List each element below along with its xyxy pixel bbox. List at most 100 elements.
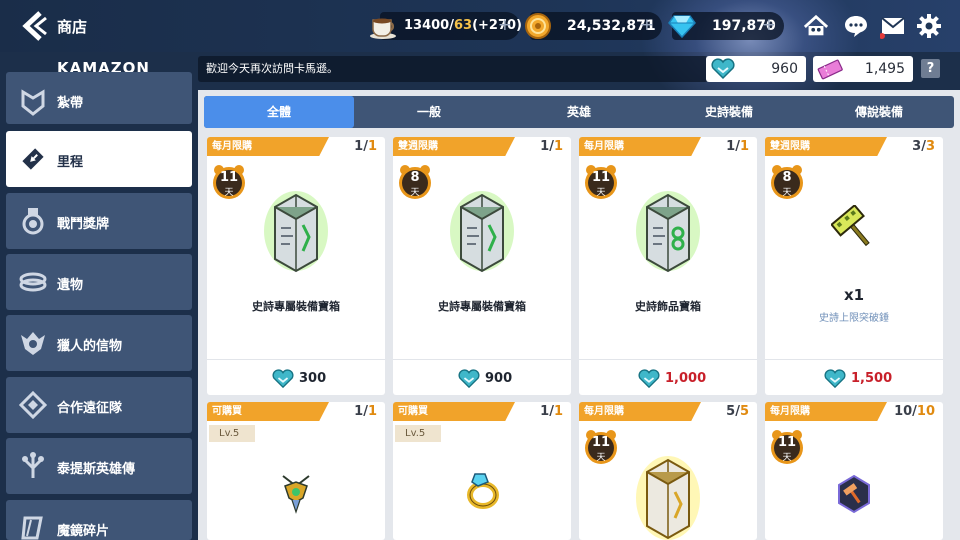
diamond-icon [668, 15, 696, 39]
sidebar-item-label: 合作遠征隊 [57, 401, 123, 416]
guild-house-icon[interactable] [803, 13, 829, 39]
sidebar-item-label: 獵人的信物 [57, 339, 123, 354]
ring-icon [467, 473, 499, 509]
purchase-count: 1/1 [540, 404, 563, 419]
timer-days: 11 [591, 170, 611, 185]
tab-general[interactable]: 一般 [354, 96, 504, 128]
timer-unit: 天 [596, 188, 606, 198]
ticket-arrow-icon [22, 148, 44, 170]
green-chest-icon [264, 191, 328, 273]
green-chest-icon [450, 191, 514, 273]
shop-item-card[interactable]: 每月限購 1/1 11 天 史詩專屬裝備寶箱 300 [207, 137, 385, 395]
purchase-count: 1/1 [726, 139, 749, 154]
sidebar-item-label: 遺物 [57, 278, 84, 293]
item-quantity: x1 [843, 286, 865, 304]
ticket-value: 1,495 [864, 61, 905, 77]
limit-badge: 每月限購 [579, 137, 701, 156]
ticket-icon [817, 59, 843, 80]
card-divider [207, 359, 385, 360]
add-gold-button[interactable]: + [640, 15, 654, 35]
timer-days: 8 [782, 170, 792, 185]
timer-badge: 11 天 [583, 427, 619, 467]
timer-days: 11 [777, 435, 797, 450]
item-name: 史詩專屬裝備寶箱 [438, 300, 526, 313]
mileage-value: 960 [771, 61, 798, 77]
coffee-cup-icon [370, 18, 396, 39]
sidebar-item-relic[interactable]: 遺物 [6, 254, 192, 310]
shop-item-card[interactable]: 雙週限購 1/1 8 天 史詩專屬裝備寶箱 900 [393, 137, 571, 395]
limit-badge: 每月限購 [765, 402, 887, 421]
timer-unit: 天 [410, 188, 420, 198]
limit-badge: 每月限購 [579, 402, 701, 421]
sidebar-item-label: 紮帶 [57, 96, 84, 111]
shop-item-card[interactable]: 雙週限購 3/3 8 天 x1 史詩上限突破錘 1,500 [765, 137, 943, 395]
sidebar-item-tethys[interactable]: 泰提斯英雄傳 [6, 438, 192, 494]
ticket-currency: 1,495 [813, 56, 913, 82]
level-requirement: Lv.5 [209, 425, 255, 442]
tab-all[interactable]: 全體 [204, 96, 354, 128]
tree-icon [22, 452, 44, 478]
timer-unit: 天 [782, 188, 792, 198]
relic-icon [19, 272, 47, 292]
price-tag: 1,000 [579, 369, 757, 389]
page-title: 商店 [57, 18, 88, 36]
back-arrow-icon [22, 11, 47, 41]
item-subtitle: 史詩上限突破錘 [819, 313, 889, 324]
price-tag: 1,500 [765, 369, 943, 389]
tab-legendary-equipment[interactable]: 傳說裝備 [804, 96, 954, 128]
sidebar-item-mileage[interactable]: 里程 [6, 131, 192, 187]
purchase-count: 10/10 [894, 404, 935, 419]
sidebar-item-battle-medal[interactable]: 戰鬥獎牌 [6, 193, 192, 249]
limit-badge: 雙週限購 [393, 137, 515, 156]
tab-epic-equipment[interactable]: 史詩裝備 [654, 96, 804, 128]
category-tabs: 全體 一般 英雄 史詩裝備 傳說裝備 [204, 96, 954, 128]
amulet-icon [282, 475, 310, 514]
limit-badge: 可購買 [393, 402, 515, 421]
notice-banner: 歡迎今天再次訪問卡馬遜。 [198, 56, 708, 82]
sidebar-item-hunter-token[interactable]: 獵人的信物 [6, 315, 192, 371]
purchase-count: 5/5 [726, 404, 749, 419]
hammer-icon [831, 205, 870, 247]
mileage-heart-icon [638, 369, 660, 389]
card-divider [765, 359, 943, 360]
timer-badge: 11 天 [211, 162, 247, 202]
mail-icon[interactable] [880, 13, 906, 39]
sidebar-item-coop[interactable]: 合作遠征隊 [6, 377, 192, 433]
timer-days: 11 [591, 435, 611, 450]
back-button[interactable] [20, 10, 48, 42]
timer-days: 8 [410, 170, 420, 185]
limit-badge: 雙週限購 [765, 137, 887, 156]
stamina-resource[interactable]: 13400/63(+270) + [380, 12, 522, 40]
shop-item-card[interactable]: 每月限購 10/10 11 天 [765, 402, 943, 540]
tab-hero[interactable]: 英雄 [504, 96, 654, 128]
price-value: 300 [299, 371, 327, 386]
card-divider [393, 359, 571, 360]
limit-badge: 可購買 [207, 402, 329, 421]
timer-unit: 天 [596, 453, 606, 463]
timer-badge: 8 天 [397, 162, 433, 202]
mileage-heart-icon [458, 369, 480, 389]
sidebar-item-badge[interactable]: 紮帶 [6, 72, 192, 124]
limit-badge: 每月限購 [207, 137, 329, 156]
gear-icon[interactable] [916, 13, 942, 39]
item-name: 史詩專屬裝備寶箱 [252, 300, 340, 313]
chat-bubble-icon[interactable] [843, 13, 869, 39]
timer-badge: 8 天 [769, 162, 805, 202]
help-button[interactable]: ? [921, 59, 940, 78]
shop-item-card[interactable]: 可購買 1/1 Lv.5 [393, 402, 571, 540]
timer-badge: 11 天 [769, 427, 805, 467]
hammer-crystal-icon [838, 474, 870, 514]
add-stamina-button[interactable]: + [498, 15, 512, 35]
shop-item-card[interactable]: 可購買 1/1 Lv.5 [207, 402, 385, 540]
gold-chest-icon [636, 456, 700, 540]
mirror-shard-icon [21, 516, 43, 540]
sidebar-item-mirror-shard[interactable]: 魔鏡碎片 [6, 500, 192, 540]
price-value: 900 [485, 371, 513, 386]
shop-item-card[interactable]: 每月限購 5/5 11 天 [579, 402, 757, 540]
price-value: 1,000 [665, 371, 707, 386]
add-diamond-button[interactable]: + [762, 15, 776, 35]
timer-unit: 天 [224, 188, 234, 198]
shop-item-card[interactable]: 每月限購 1/1 11 天 史詩飾品寶箱 1,000 [579, 137, 757, 395]
sidebar-item-label: 魔鏡碎片 [57, 524, 110, 539]
price-value: 1,500 [851, 371, 893, 386]
